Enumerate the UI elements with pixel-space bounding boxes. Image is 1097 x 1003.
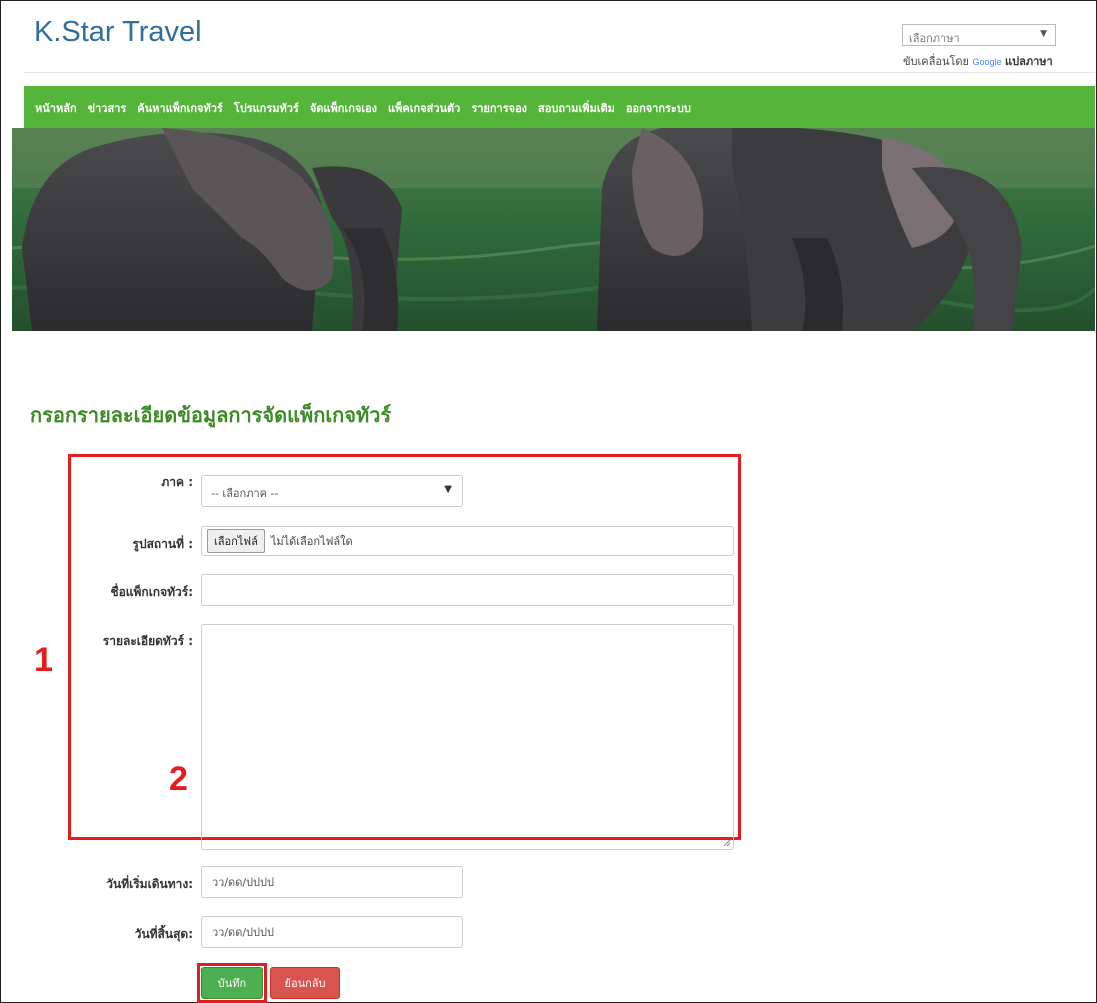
- start-date-input[interactable]: [202, 867, 462, 897]
- end-date-input[interactable]: [202, 917, 462, 947]
- tour-details-textarea[interactable]: [201, 624, 734, 850]
- save-button[interactable]: บันทึก: [201, 967, 263, 999]
- site-logo[interactable]: K.Star Travel: [34, 16, 202, 49]
- end-date-label: วันที่สิ้นสุด:: [134, 927, 193, 941]
- package-name-field[interactable]: [201, 574, 734, 606]
- nav-item-news[interactable]: ข่าวสาร: [88, 99, 127, 117]
- language-select[interactable]: เลือกภาษา ▼: [902, 24, 1056, 46]
- file-status-text: ไม่ได้เลือกไฟล์ใด: [270, 535, 353, 548]
- nav-item-logout[interactable]: ออกจากระบบ: [626, 99, 691, 117]
- translate-link[interactable]: แปลภาษา: [1005, 55, 1053, 68]
- region-label: ภาค :: [161, 475, 193, 489]
- nav-item-bookings[interactable]: รายการจอง: [471, 99, 527, 117]
- region-select[interactable]: -- เลือกภาค -- ▼: [201, 475, 463, 507]
- back-button[interactable]: ย้อนกลับ: [270, 967, 340, 999]
- region-select-value: -- เลือกภาค --: [211, 487, 279, 500]
- start-date-field[interactable]: [201, 866, 463, 898]
- google-translate-credit: ขับเคลื่อนโดย Google แปลภาษา: [903, 52, 1053, 70]
- tour-details-label: รายละเอียดทัวร์ :: [102, 634, 193, 648]
- tour-details-input[interactable]: [202, 625, 733, 849]
- package-name-input[interactable]: [202, 575, 733, 605]
- hero-banner-elephants: [12, 128, 1095, 331]
- page-title: กรอกรายละเอียดข้อมูลการจัดแพ็กเกจทัวร์: [30, 403, 392, 427]
- nav-item-tour-program[interactable]: โปรแกรมทัวร์: [234, 99, 299, 117]
- language-select-value: เลือกภาษา: [909, 32, 960, 45]
- choose-file-button[interactable]: เลือกไฟล์: [207, 529, 265, 553]
- resize-grip-icon[interactable]: [721, 837, 731, 847]
- chevron-down-icon: ▼: [444, 484, 452, 495]
- package-name-label: ชื่อแพ็กเกจทัวร์:: [110, 585, 193, 599]
- main-navbar: หน้าหลัก ข่าวสาร ค้นหาแพ็กเกจทัวร์ โปรแก…: [24, 86, 1095, 130]
- start-date-label: วันที่เริ่มเดินทาง:: [106, 877, 193, 891]
- place-photo-file-input[interactable]: เลือกไฟล์ ไม่ได้เลือกไฟล์ใด: [201, 526, 734, 556]
- header-divider: [24, 72, 1095, 73]
- google-logo: Google: [972, 57, 1002, 67]
- nav-item-custom-package[interactable]: จัดแพ็กเกจเอง: [310, 99, 377, 117]
- nav-item-private-package[interactable]: แพ็คเกจส่วนตัว: [388, 99, 460, 117]
- nav-item-home[interactable]: หน้าหลัก: [35, 99, 77, 117]
- nav-item-search-package[interactable]: ค้นหาแพ็กเกจทัวร์: [137, 99, 223, 117]
- place-photo-label: รูปสถานที่ :: [132, 537, 193, 551]
- nav-item-inquiry[interactable]: สอบถามเพิ่มเติม: [538, 99, 615, 117]
- powered-by-text: ขับเคลื่อนโดย: [903, 55, 969, 68]
- annotation-number-1: 1: [34, 641, 53, 679]
- annotation-number-2: 2: [169, 760, 188, 798]
- end-date-field[interactable]: [201, 916, 463, 948]
- chevron-down-icon: ▼: [1040, 29, 1047, 39]
